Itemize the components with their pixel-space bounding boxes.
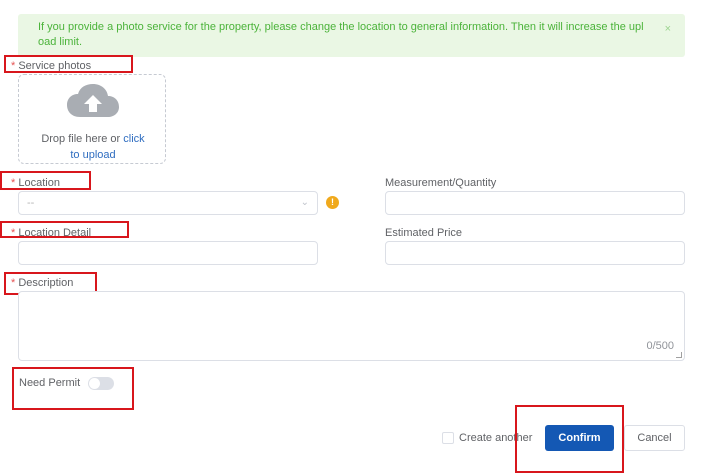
- warning-icon: !: [326, 196, 339, 209]
- alert-message-line-2: oad limit.: [38, 36, 83, 48]
- highlight-box-confirm: [515, 405, 624, 473]
- cancel-button[interactable]: Cancel: [624, 425, 685, 451]
- create-another-checkbox[interactable]: [442, 432, 454, 444]
- info-alert: If you provide a photo service for the p…: [18, 14, 685, 57]
- estimated-price-input[interactable]: [385, 241, 685, 265]
- highlight-box-location: [0, 171, 91, 190]
- resize-handle-icon[interactable]: [676, 352, 682, 358]
- chevron-down-icon: ⌄: [300, 197, 309, 208]
- upload-instructions: Drop file here or click to upload: [19, 131, 167, 163]
- description-char-counter: 0/500: [646, 340, 674, 352]
- description-textarea[interactable]: 0/500: [18, 291, 685, 361]
- upload-click-link[interactable]: click: [123, 133, 144, 145]
- highlight-box-location-detail: [0, 221, 129, 238]
- upload-link-continued[interactable]: to upload: [70, 149, 115, 161]
- location-select[interactable]: -- ⌄: [18, 191, 318, 215]
- highlight-box-need-permit: [12, 367, 134, 410]
- upload-text: Drop file here or: [41, 133, 124, 145]
- location-select-value: --: [27, 197, 35, 209]
- close-icon[interactable]: ×: [665, 22, 671, 37]
- measurement-label: Measurement/Quantity: [385, 177, 497, 189]
- highlight-box-service-photos: [4, 55, 133, 73]
- alert-message-line-1: If you provide a photo service for the p…: [38, 21, 644, 33]
- location-detail-input[interactable]: [18, 241, 318, 265]
- measurement-input[interactable]: [385, 191, 685, 215]
- estimated-price-label: Estimated Price: [385, 227, 463, 239]
- photo-upload-area[interactable]: Drop file here or click to upload: [18, 74, 166, 164]
- cloud-upload-icon: [67, 84, 119, 117]
